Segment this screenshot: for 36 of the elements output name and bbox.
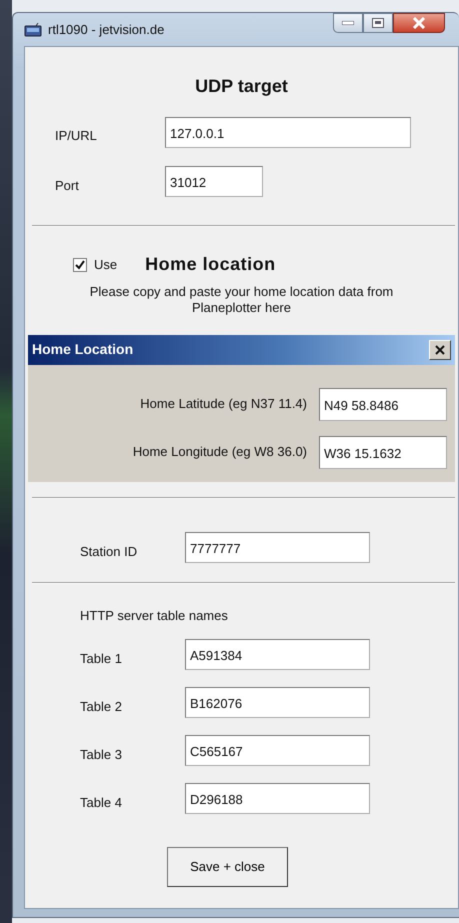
input-field[interactable]: 31012 (165, 166, 263, 197)
minimize-button[interactable] (333, 13, 363, 33)
checkbox-label: Use (94, 256, 118, 274)
save-button[interactable]: Save + close (167, 847, 288, 887)
section-label: HTTP server table names (79, 606, 228, 624)
maximize-button[interactable] (363, 13, 393, 33)
close-icon (412, 17, 426, 29)
input-field[interactable]: W36 15.1632 (319, 436, 447, 468)
description-text: Please copy and paste your home location data from Planeplotter here (88, 284, 394, 316)
close-button[interactable] (393, 13, 445, 33)
input-field[interactable]: A591384 (185, 639, 370, 670)
input-field[interactable]: C565167 (185, 735, 370, 766)
window-title: rtl1090 - jetvision.de (48, 20, 164, 39)
field-label: IP/URL (55, 126, 98, 145)
app-icon (24, 22, 42, 36)
section-heading: Home location (145, 253, 276, 276)
input-field[interactable]: D296188 (185, 783, 370, 814)
input-field[interactable]: 127.0.0.1 (165, 117, 411, 148)
input-field[interactable]: B162076 (185, 687, 370, 718)
field-label: Table 2 (80, 698, 123, 716)
section-heading: UDP target (194, 75, 289, 98)
field-label: Station ID (80, 543, 138, 562)
dialog-title: Home Location (32, 340, 134, 359)
field-label: Port (55, 176, 80, 195)
field-label: Home Longitude (eg W8 36.0) (132, 443, 307, 462)
input-field[interactable]: 7777777 (185, 532, 370, 562)
maximize-icon (372, 18, 384, 28)
field-label: Home Latitude (eg N37 11.4) (140, 395, 307, 414)
close-icon (435, 344, 445, 354)
field-label: Table 4 (80, 794, 123, 812)
field-label: Table 3 (80, 746, 123, 764)
field-label: Table 1 (80, 650, 123, 668)
minimize-icon (342, 21, 354, 25)
use-checkbox[interactable] (73, 258, 87, 272)
input-field[interactable]: N49 58.8486 (319, 388, 447, 420)
dialog-close-button[interactable] (429, 340, 451, 360)
